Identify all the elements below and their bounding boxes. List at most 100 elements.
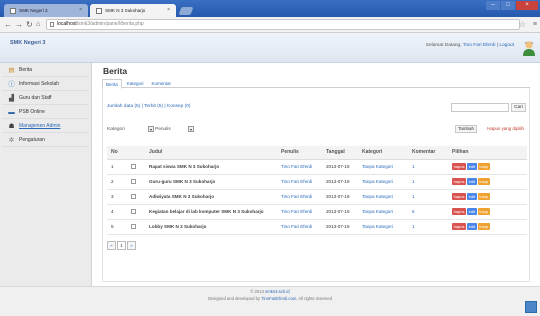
row-category-link[interactable]: Tanpa Kategori [358,174,408,190]
site-brand[interactable]: SMK Negeri 3 [10,40,45,46]
user-name-link[interactable]: Tino Fari Eferdi [463,43,496,48]
tab-kategori[interactable]: Kategori [124,79,147,88]
row-comment-count[interactable]: 1 [408,174,448,190]
new-tab-button[interactable] [178,7,194,15]
chevron-down-icon[interactable] [188,126,194,132]
row-checkbox[interactable] [127,204,145,220]
edit-button[interactable]: edit [467,178,477,185]
sidebar-item-manajemen-admin[interactable]: ☗ Manajemen Admin [2,120,89,133]
pagination: « 1 » [107,241,136,250]
penulis-filter-label: Penulis [155,126,171,132]
sidebar-item-label: Informasi Sekolah [19,81,60,87]
wrench-menu-icon[interactable]: ≡ [533,20,537,29]
search-input[interactable] [451,103,509,112]
row-comment-count[interactable]: 6 [408,204,448,220]
row-author-link[interactable]: Tino Fari Eferdi [277,219,322,235]
tab-komentar[interactable]: Komentar [149,79,175,88]
tutup-button[interactable]: tutup [477,223,490,230]
chevron-down-icon[interactable] [148,126,154,132]
sidebar-item-berita[interactable]: ▤ Berita [2,64,89,77]
checkbox-icon[interactable] [131,178,136,184]
hapus-button[interactable]: hapus [452,193,467,200]
tutup-button[interactable]: tutup [477,178,490,185]
row-actions: hapus edit tutup [448,174,527,190]
row-category-link[interactable]: Tanpa Kategori [358,189,408,205]
table-row: 2 Guru-guru SMK N 3 Sukoharjo Tino Fari … [107,174,527,190]
edit-button[interactable]: edit [467,208,477,215]
footer-credits-suffix: . All rights reserved [296,296,332,301]
row-comment-count[interactable]: 1 [408,219,448,235]
edit-button[interactable]: edit [467,163,477,170]
psb-icon: ▬ [8,109,15,116]
sidebar-item-informasi-sekolah[interactable]: ⓘ Informasi Sekolah [2,78,89,91]
column-header: Tanggal [322,146,358,160]
checkbox-icon[interactable] [131,193,136,199]
browser-tab-2[interactable]: SMK N 3 Sukoharjo × [90,4,176,17]
window-close-icon[interactable]: × [516,1,538,10]
row-comment-count[interactable]: 1 [408,189,448,205]
footer-developer-link[interactable]: TinoFariEferdi.com [261,296,296,301]
close-tab-icon[interactable]: × [167,4,170,17]
row-category-link[interactable]: Tanpa Kategori [358,204,408,220]
news-icon: ▤ [8,67,15,74]
pager-next-button[interactable]: » [127,241,136,250]
row-title: Adiwiyata SMK N 3 Sukoharjo [145,189,277,205]
row-checkbox[interactable] [127,159,145,175]
row-category-link[interactable]: Tanpa Kategori [358,159,408,175]
address-bar[interactable]: localhost/smk3/admin/pane/l/berita.php [46,19,520,30]
tutup-button[interactable]: tutup [477,193,490,200]
back-arrow-icon[interactable]: ← [4,20,12,29]
footer-site-link[interactable]: smkn3.sch.id [265,289,289,294]
close-tab-icon[interactable]: × [79,4,82,17]
row-author-link[interactable]: Tino Fari Eferdi [277,174,322,190]
data-counts[interactable]: Jumlah data (5) | Terbit (5) | Konsep (0… [107,104,190,109]
edit-button[interactable]: edit [467,193,477,200]
checkbox-icon[interactable] [131,163,136,169]
row-checkbox[interactable] [127,189,145,205]
site-footer: © 2013 smkn3.sch.id Designed and develop… [0,286,540,316]
kategori-filter[interactable]: Kategori [107,126,154,132]
scroll-top-button[interactable] [525,301,537,313]
row-author-link[interactable]: Tino Fari Eferdi [277,159,322,175]
browser-tab-title: SMK Negeri 3 [19,8,48,13]
sidebar-item-psb-online[interactable]: ▬ PSB Online [2,106,89,119]
hapus-button[interactable]: hapus [452,223,467,230]
hapus-button[interactable]: hapus [452,178,467,185]
checkbox-icon[interactable] [131,208,136,214]
tambah-button[interactable]: Tambah [454,125,477,133]
browser-tab-1[interactable]: SMK Negeri 3 × [4,4,88,17]
bookmark-star-icon[interactable]: ☆ [519,20,526,29]
sidebar-item-pengaturan[interactable]: ✲ Pengaturan [2,134,89,147]
row-checkbox[interactable] [127,219,145,235]
edit-button[interactable]: edit [467,223,477,230]
row-number: 3 [107,189,127,205]
footer-copyright-prefix: © 2013 [250,289,266,294]
maximize-icon[interactable]: □ [501,1,515,10]
pager-prev-button[interactable]: « [107,241,116,250]
user-avatar-icon[interactable] [522,40,536,56]
hapus-selected-button[interactable]: Hapus yang dipilih [485,125,526,133]
sidebar-item-label: Berita [19,67,33,73]
hapus-button[interactable]: hapus [452,208,467,215]
penulis-filter[interactable]: Penulis [155,126,194,132]
row-author-link[interactable]: Tino Fari Eferdi [277,189,322,205]
row-category-link[interactable]: Tanpa Kategori [358,219,408,235]
sidebar-item-guru-dan-staff[interactable]: ▟ Guru dan Staff [2,92,89,105]
row-actions: hapus edit tutup [448,219,527,235]
staff-icon: ▟ [9,95,14,102]
home-icon[interactable]: ⌂ [36,20,40,29]
checkbox-icon[interactable] [131,223,136,229]
logout-link[interactable]: Logout [499,43,514,48]
column-header: Judul [145,146,277,160]
search-button[interactable]: Cari [511,103,526,112]
forward-arrow-icon[interactable]: → [15,20,23,29]
pager-current-page[interactable]: 1 [117,241,126,250]
reload-icon[interactable]: ↻ [26,20,33,29]
tutup-button[interactable]: tutup [477,208,490,215]
row-author-link[interactable]: Tino Fari Eferdi [277,204,322,220]
hapus-button[interactable]: hapus [452,163,467,170]
row-comment-count[interactable]: 1 [408,159,448,175]
minimize-icon[interactable]: – [486,1,500,10]
tutup-button[interactable]: tutup [477,163,490,170]
row-checkbox[interactable] [127,174,145,190]
